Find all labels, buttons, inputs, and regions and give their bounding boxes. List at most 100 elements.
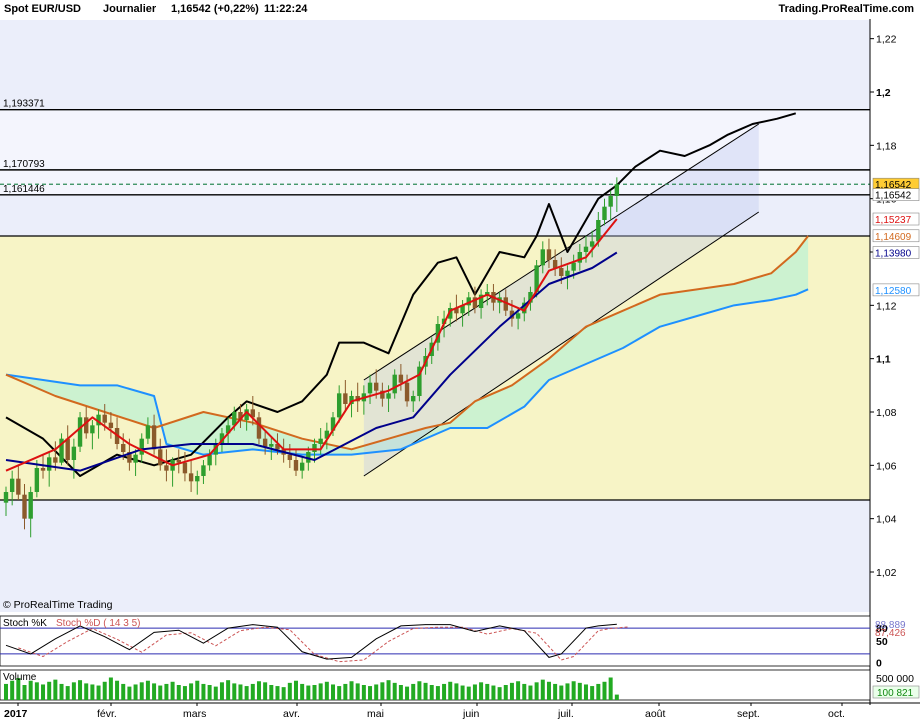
volume-bar — [232, 683, 237, 700]
candle-body — [386, 393, 391, 399]
volume-bar — [213, 686, 218, 700]
candle-body — [90, 425, 95, 434]
volume-bar — [540, 679, 545, 700]
volume-bar — [405, 686, 410, 700]
candle-body — [121, 444, 126, 452]
volume-bar — [90, 684, 95, 700]
volume-bar — [466, 686, 471, 700]
volume-bar — [318, 683, 323, 700]
level-label-0: 1,193371 — [3, 99, 45, 110]
volume-bar — [485, 683, 490, 700]
month-label: sept. — [737, 708, 760, 720]
level-label-2: 1,161446 — [3, 184, 45, 195]
volume-bar — [121, 683, 126, 700]
volume-bar — [435, 686, 440, 700]
candle-body — [182, 462, 188, 474]
candle-body — [614, 184, 620, 196]
price-tag-4: 1,13980 — [872, 246, 920, 260]
candle-body — [515, 313, 521, 319]
volume-bar — [608, 677, 613, 700]
stoch-d-label: Stoch %D ( 14 3 5) — [56, 618, 140, 629]
volume-bar — [503, 685, 508, 700]
candle-body — [411, 396, 416, 402]
volume-bar — [553, 683, 558, 700]
volume-bar — [170, 681, 175, 700]
volume-bar — [275, 686, 280, 700]
volume-bar — [256, 681, 261, 700]
candle-body — [139, 438, 144, 455]
price-tag-3: 1,14609 — [872, 229, 920, 243]
volume-bar — [429, 685, 434, 700]
volume-bar — [411, 683, 416, 700]
month-label: août — [645, 708, 666, 720]
volume-bar — [158, 685, 163, 700]
price-tick-label: 1,2 — [876, 87, 891, 99]
volume-bar — [41, 684, 46, 700]
candle-body — [367, 382, 373, 394]
candle-body — [158, 449, 163, 466]
candle-body — [608, 196, 613, 207]
volume-bar — [392, 682, 397, 700]
candle-body — [207, 454, 212, 466]
volume-bar — [71, 682, 76, 700]
price-tag-5: 1,12580 — [872, 283, 920, 297]
volume-bar — [509, 682, 514, 700]
candle-body — [34, 468, 40, 492]
candle-body — [398, 374, 404, 383]
volume-bar — [417, 681, 422, 700]
month-label: févr. — [97, 708, 117, 720]
volume-bar — [528, 685, 533, 700]
price-tag-label: 1,15237 — [875, 215, 912, 226]
candle-body — [552, 260, 558, 268]
volume-bar — [361, 685, 366, 700]
candle-body — [404, 382, 410, 402]
volume-bar — [201, 683, 206, 700]
volume-bar — [559, 685, 564, 700]
volume-bar — [244, 686, 249, 700]
candle-body — [9, 478, 15, 492]
volume-bar — [207, 685, 212, 700]
volume-bar — [454, 683, 459, 700]
volume-bar — [65, 686, 70, 700]
candle-body — [201, 465, 206, 476]
candle-body — [540, 249, 545, 266]
volume-bar — [423, 682, 428, 700]
volume-bar — [442, 683, 447, 700]
volume-bar — [263, 682, 268, 700]
candle-body — [571, 262, 576, 271]
volume-bar — [238, 684, 243, 700]
candle-body — [256, 417, 262, 439]
volume-bar — [28, 680, 33, 700]
volume-bar — [176, 685, 181, 700]
volume-bar — [53, 679, 58, 700]
price-tick-label: 1,08 — [876, 407, 897, 419]
candle-body — [28, 492, 33, 519]
price-tag-1: 1,16542 — [872, 188, 920, 202]
volume-bar — [145, 680, 150, 700]
candle-body — [16, 478, 21, 495]
price-tick-label: 1,22 — [876, 34, 897, 46]
volume-bar — [293, 680, 298, 700]
volume-bar — [398, 685, 403, 700]
volume-bar — [331, 684, 336, 700]
volume-bar — [380, 682, 385, 700]
candle-body — [40, 468, 46, 471]
month-label: avr. — [283, 708, 300, 720]
price-tag-label: 1,13980 — [875, 249, 912, 260]
volume-bar — [312, 685, 317, 700]
volume-bar — [10, 680, 15, 700]
volume-bar — [108, 677, 113, 700]
price-tag-label: 1,12580 — [875, 286, 912, 297]
volume-bar — [590, 686, 595, 700]
candle-body — [3, 492, 9, 503]
volume-bar — [84, 683, 89, 700]
candle-body — [77, 417, 83, 447]
price-chart[interactable]: 1,193371 1,170793 1,161446 © ProRealTime Tr… — [0, 0, 920, 720]
candle-body — [151, 425, 157, 450]
volume-bar — [22, 685, 27, 700]
volume-bar — [195, 680, 200, 700]
candle-body — [188, 473, 194, 482]
volume-bar — [269, 685, 274, 700]
candle-body — [287, 454, 293, 460]
volume-bar — [4, 683, 8, 700]
